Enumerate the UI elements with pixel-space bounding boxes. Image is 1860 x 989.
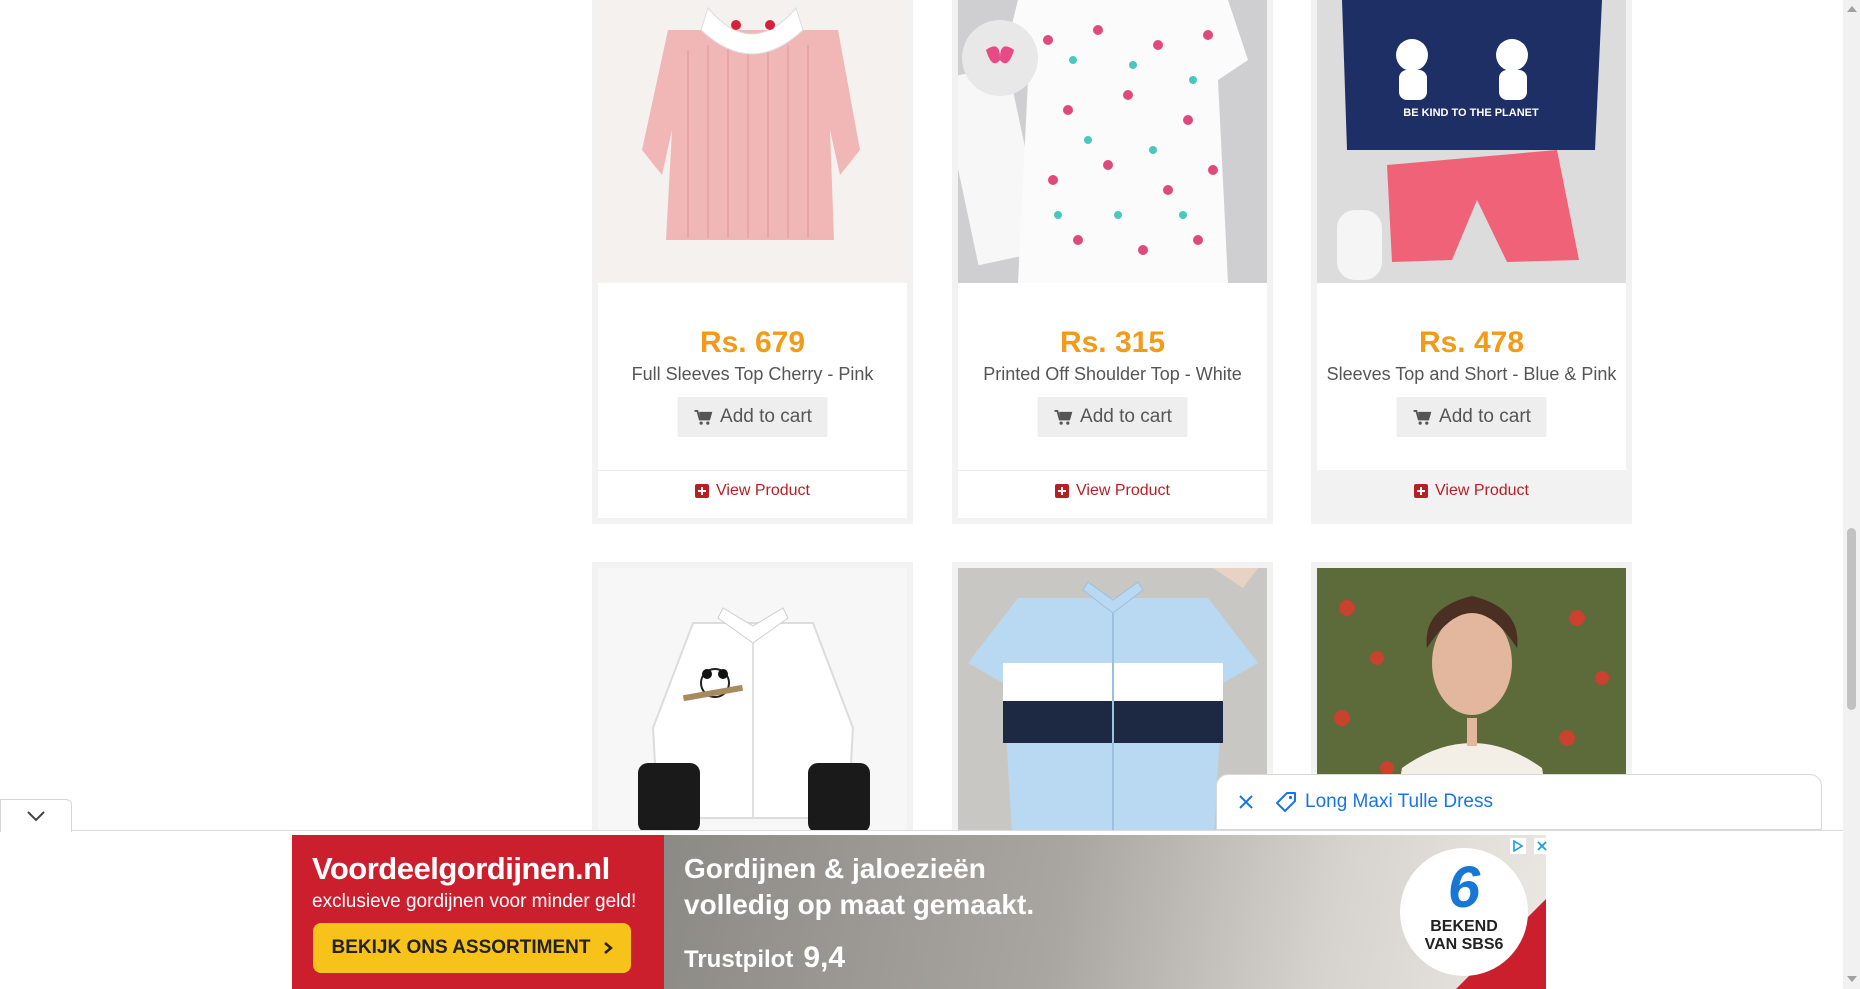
badge-text-line1: BEKEND (1430, 918, 1498, 935)
view-product-label: View Product (1435, 482, 1529, 499)
ad-headline: Gordijnen & jaloezieën volledig op maat … (684, 851, 1034, 923)
ad-sbs6-badge: 6 BEKEND VAN SBS6 (1400, 848, 1528, 976)
product-card-inner: BE KIND TO THE PLANET Rs. 478 Sleeves To… (1317, 0, 1626, 518)
view-product-link[interactable]: View Product (958, 482, 1267, 500)
product-price: Rs. 478 (1418, 326, 1525, 359)
ad-cta-button[interactable]: BEKIJK ONS ASSORTIMENT (313, 923, 631, 973)
view-product-link[interactable]: View Product (598, 482, 907, 500)
trustpilot-score: 9,4 (803, 941, 846, 974)
toast-close-button[interactable] (1235, 791, 1257, 813)
divider (598, 470, 907, 471)
ad-headline-line1: Gordijnen & jaloezieën (684, 853, 986, 884)
product-title[interactable]: Full Sleeves Top Cherry - Pink (598, 364, 907, 385)
toast-product-label: Long Maxi Tulle Dress (1305, 791, 1493, 812)
ad-brand-panel: Voordeelgordijnen.nl exclusieve gordijne… (292, 835, 664, 989)
product-price: Rs. 679 (699, 326, 806, 359)
ad-cta-label: BEKIJK ONS ASSORTIMENT (331, 937, 591, 958)
product-card-inner: Rs. 315 Printed Off Shoulder Top - White… (958, 0, 1267, 518)
product-price: Rs. 315 (1059, 326, 1166, 359)
recent-product-toast: Long Maxi Tulle Dress (1216, 774, 1822, 830)
scroll-thumb[interactable] (1847, 528, 1856, 710)
product-card: BE KIND TO THE PLANET Rs. 478 Sleeves To… (1311, 0, 1632, 524)
plus-square-icon (1414, 484, 1428, 498)
product-card (592, 562, 913, 862)
product-image[interactable]: BE KIND TO THE PLANET (1317, 0, 1626, 283)
cart-icon (694, 409, 712, 425)
ad-collapse-button[interactable] (0, 799, 72, 832)
add-to-cart-button[interactable]: Add to cart (677, 397, 828, 437)
product-image[interactable] (958, 0, 1267, 283)
ad-headline-line2: volledig op maat gemaakt. (684, 889, 1035, 920)
plus-square-icon (1055, 484, 1069, 498)
add-to-cart-label: Add to cart (1439, 406, 1531, 427)
view-product-link[interactable]: View Product (1317, 482, 1626, 500)
ad-choices (1510, 838, 1550, 854)
badge-text-line2: VAN SBS6 (1424, 936, 1504, 953)
shirt-print-text: BE KIND TO THE PLANET (1403, 107, 1539, 119)
product-image[interactable] (598, 568, 907, 851)
plus-square-icon (695, 484, 709, 498)
close-icon (1239, 795, 1253, 809)
chevron-right-icon (603, 942, 613, 954)
cart-icon (1054, 409, 1072, 425)
adchoices-icon[interactable] (1510, 838, 1526, 854)
add-to-cart-button[interactable]: Add to cart (1037, 397, 1188, 437)
ad-trustpilot: Trustpilot 9,4 (684, 941, 845, 975)
divider (958, 470, 1267, 471)
scroll-up-arrow-icon[interactable] (1847, 6, 1857, 12)
product-card-inner: Rs. 679 Full Sleeves Top Cherry - Pink A… (598, 0, 907, 518)
view-product-label: View Product (716, 482, 810, 499)
view-product-label: View Product (1076, 482, 1170, 499)
cart-icon (1413, 409, 1431, 425)
add-to-cart-button[interactable]: Add to cart (1396, 397, 1547, 437)
scroll-down-arrow-icon[interactable] (1847, 976, 1857, 982)
chevron-down-icon (27, 811, 45, 822)
product-title[interactable]: Printed Off Shoulder Top - White (958, 364, 1267, 385)
ad-close-icon[interactable] (1534, 838, 1550, 854)
tag-icon (1276, 792, 1296, 812)
ad-brand-name: Voordeelgordijnen.nl (312, 851, 610, 886)
toast-product-link[interactable]: Long Maxi Tulle Dress (1275, 791, 1493, 813)
product-title[interactable]: Sleeves Top and Short - Blue & Pink (1317, 364, 1626, 385)
scrollbar[interactable] (1843, 0, 1860, 989)
ad-tagline: exclusieve gordijnen voor minder geld! (312, 891, 637, 912)
trustpilot-label: Trustpilot (684, 946, 794, 973)
advertisement-banner[interactable]: Gordijnen & jaloezieën volledig op maat … (292, 835, 1546, 989)
product-image[interactable] (598, 0, 907, 283)
product-card: Rs. 679 Full Sleeves Top Cherry - Pink A… (592, 0, 913, 524)
badge-number: 6 (1447, 855, 1481, 920)
add-to-cart-label: Add to cart (1080, 406, 1172, 427)
product-card-inner (598, 568, 907, 856)
add-to-cart-label: Add to cart (720, 406, 812, 427)
product-card: Rs. 315 Printed Off Shoulder Top - White… (952, 0, 1273, 524)
